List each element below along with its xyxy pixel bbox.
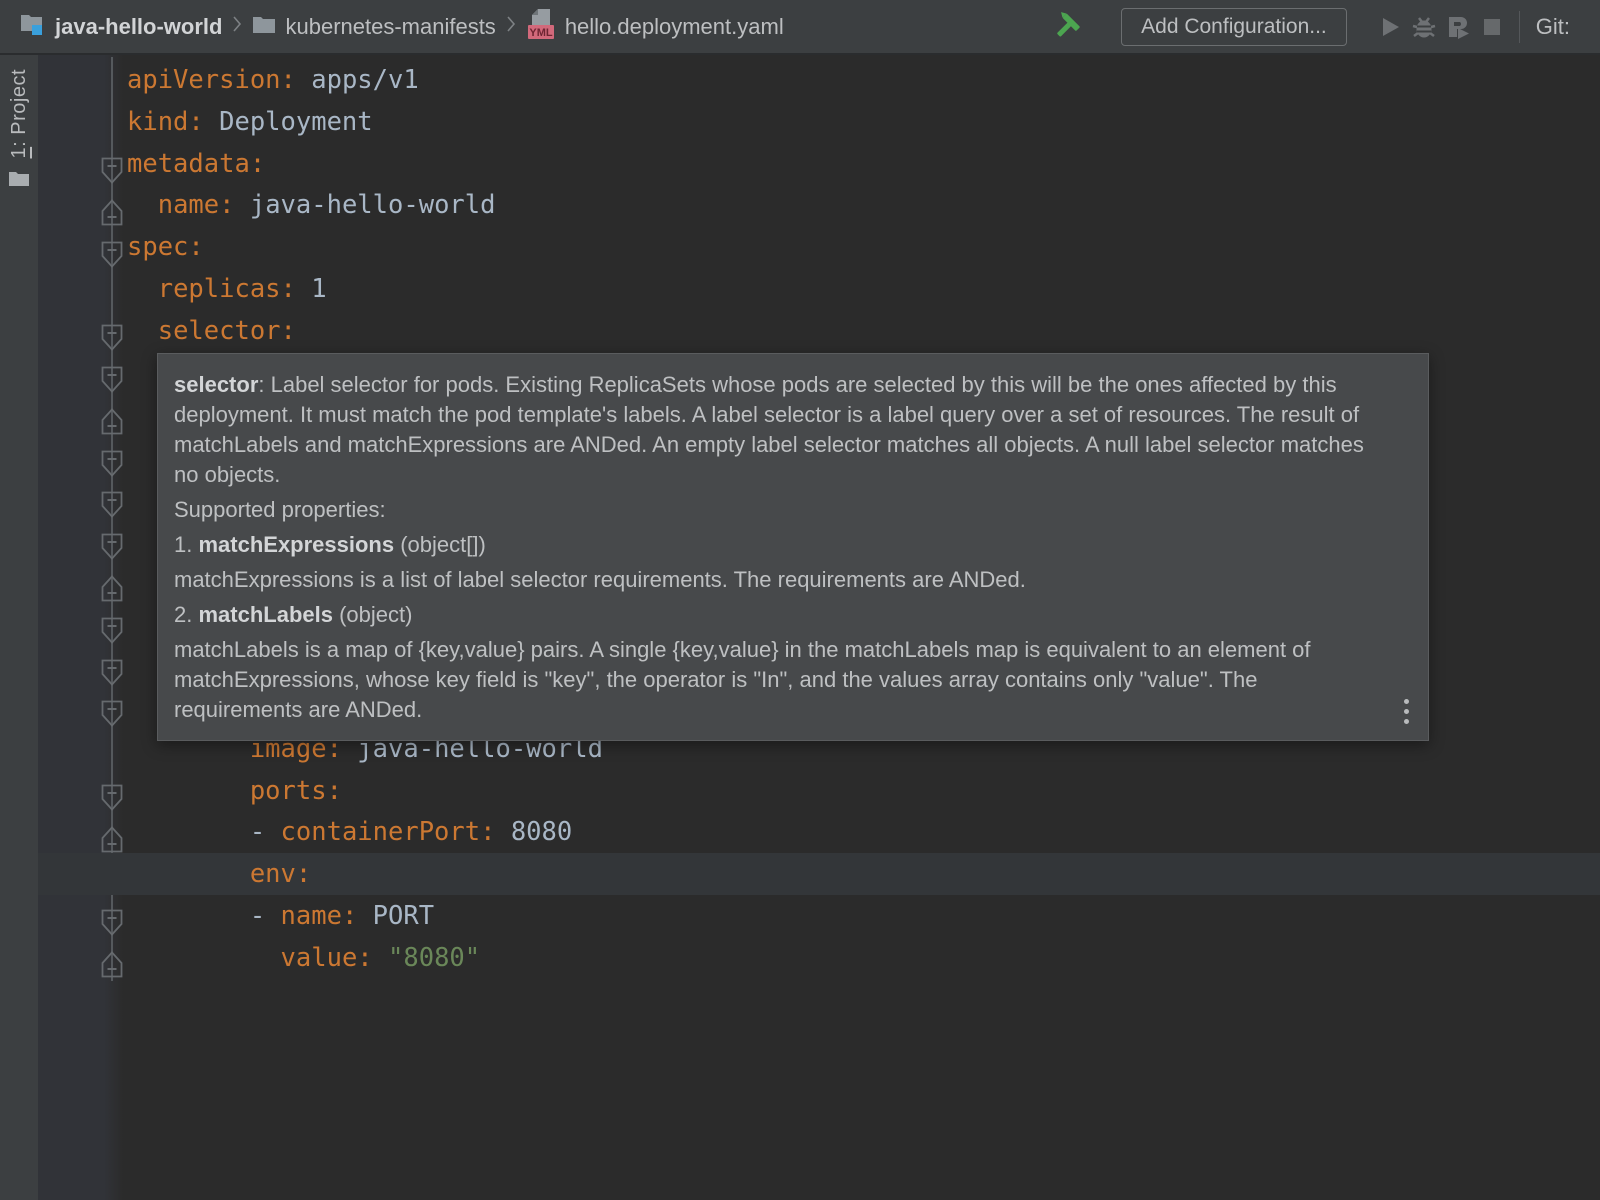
code-line-0[interactable]: apiVersion: apps/v1 [127,59,419,101]
fold-down-icon[interactable] [101,617,123,644]
fold-down-icon[interactable] [101,366,123,393]
token-val [127,859,250,889]
code-line-1[interactable]: kind: Deployment [127,101,373,143]
fold-down-icon[interactable] [101,533,123,560]
fold-up-icon[interactable] [101,826,123,853]
code-line-2[interactable]: metadata: [127,143,265,185]
doc-paragraph: Supported properties: [174,495,1384,525]
coverage-icon[interactable] [1441,10,1475,44]
documentation-popup: selector: Label selector for pods. Exist… [157,353,1429,741]
token-key: name: [158,190,235,220]
token-val [127,776,250,806]
hammer-icon[interactable] [1049,10,1083,44]
code-line-3[interactable]: name: java-hello-world [127,184,495,226]
code-line-19[interactable]: env: [127,853,311,895]
fold-up-icon[interactable] [101,408,123,435]
token-key: name: [281,901,358,931]
toolbar-actions: Add Configuration... Git: [1049,8,1570,46]
fold-down-icon[interactable] [101,909,123,936]
breadcrumb-label: java-hello-world [55,14,222,40]
breadcrumb-label: kubernetes-manifests [285,14,495,40]
token-val [127,190,158,220]
fold-down-icon[interactable] [101,659,123,686]
code-line-18[interactable]: - containerPort: 8080 [127,811,572,853]
editor-surface[interactable]: apiVersion: apps/v1kind: Deploymentmetad… [38,55,1600,1200]
code-line-6[interactable]: selector: [127,310,296,352]
token-key: env: [250,859,311,889]
token-val [127,274,158,304]
token-key: selector: [158,316,296,346]
doc-paragraph: 1. matchExpressions (object[]) [174,530,1384,560]
folder-icon [252,14,276,40]
token-val: - [127,901,281,931]
breadcrumb-separator-icon [232,15,242,38]
yaml-file-icon: YML [526,8,556,46]
breadcrumb: java-hello-world kubernetes-manifests YML h… [20,8,784,46]
fold-down-icon[interactable] [101,241,123,268]
token-key: replicas: [158,274,296,304]
token-str: "8080" [388,943,480,973]
code-line-4[interactable]: spec: [127,226,204,268]
folder-icon [9,170,29,191]
sidebar-item-project[interactable]: 1: Project [8,69,31,158]
breadcrumb-item-java-hello-world[interactable]: java-hello-world [20,12,222,42]
token-key: value: [281,943,373,973]
kebab-menu-icon[interactable] [1402,699,1410,724]
tool-window-stripe: 1: Project [0,55,38,1200]
main-toolbar: java-hello-world kubernetes-manifests YML h… [0,0,1600,55]
token-val [373,943,388,973]
toolbar-divider [1519,11,1520,43]
breadcrumb-separator-icon [506,15,516,38]
fold-down-icon[interactable] [101,784,123,811]
token-val [127,943,281,973]
svg-text:YML: YML [529,27,553,39]
code-line-17[interactable]: ports: [127,770,342,812]
token-val: 1 [296,274,327,304]
fold-down-icon[interactable] [101,700,123,727]
breadcrumb-item-kubernetes-manifests[interactable]: kubernetes-manifests [252,14,495,40]
debug-icon[interactable] [1407,10,1441,44]
fold-down-icon[interactable] [101,491,123,518]
git-widget[interactable]: Git: [1536,14,1570,40]
token-val: 8080 [495,817,572,847]
token-val [127,316,158,346]
breadcrumb-label: hello.deployment.yaml [565,14,784,40]
doc-paragraph: 2. matchLabels (object) [174,600,1384,630]
token-key: apiVersion: [127,65,296,95]
fold-down-icon[interactable] [101,324,123,351]
token-val: Deployment [204,107,373,137]
token-key: kind: [127,107,204,137]
run-icon[interactable] [1373,10,1407,44]
doc-paragraph: matchExpressions is a list of label sele… [174,565,1384,595]
add-configuration-button[interactable]: Add Configuration... [1121,8,1347,46]
breadcrumb-item-hello.deployment.yaml[interactable]: YML hello.deployment.yaml [526,8,784,46]
code-line-5[interactable]: replicas: 1 [127,268,327,310]
token-key: ports: [250,776,342,806]
code-line-20[interactable]: - name: PORT [127,895,434,937]
code-line-21[interactable]: value: "8080" [127,937,480,979]
fold-up-icon[interactable] [101,575,123,602]
fold-up-icon[interactable] [101,199,123,226]
token-key: containerPort: [281,817,496,847]
doc-paragraph: selector: Label selector for pods. Exist… [174,370,1384,490]
token-val: java-hello-world [234,190,495,220]
project-folder-icon [20,12,46,42]
token-key: spec: [127,232,204,262]
fold-down-icon[interactable] [101,450,123,477]
token-val: PORT [357,901,434,931]
fold-down-icon[interactable] [101,157,123,184]
token-key: metadata: [127,149,265,179]
token-val: apps/v1 [296,65,419,95]
token-val: - [127,817,281,847]
doc-paragraph: matchLabels is a map of {key,value} pair… [174,635,1384,725]
fold-up-icon[interactable] [101,951,123,978]
stop-icon[interactable] [1475,10,1509,44]
